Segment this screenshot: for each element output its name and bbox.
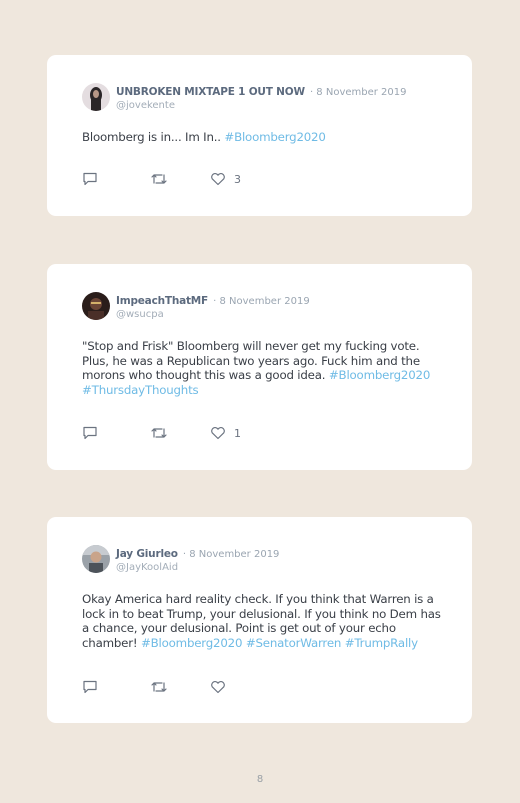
comment-icon xyxy=(83,426,97,440)
retweet-button[interactable] xyxy=(150,172,210,186)
hashtag[interactable]: #Bloomberg2020 xyxy=(224,130,325,144)
like-count: 3 xyxy=(234,172,241,186)
retweet-icon xyxy=(151,682,167,692)
heart-icon xyxy=(211,173,225,186)
tweet-actions: 3 xyxy=(82,172,241,186)
tweet-card: Jay Giurleo · 8 November 2019 @JayKoolAi… xyxy=(47,517,472,723)
reply-button[interactable] xyxy=(82,680,150,694)
retweet-button[interactable] xyxy=(150,426,210,440)
like-button[interactable]: 3 xyxy=(210,172,241,186)
tweet-text: Bloomberg is in... Im In.. #Bloomberg202… xyxy=(82,130,442,145)
tweet-card: ImpeachThatMF · 8 November 2019 @wsucpa … xyxy=(47,264,472,470)
tweet-actions xyxy=(82,680,234,694)
like-button[interactable] xyxy=(210,680,234,694)
tweet-card: UNBROKEN MIXTAPE 1 OUT NOW · 8 November … xyxy=(47,55,472,216)
user-handle[interactable]: @wsucpa xyxy=(116,308,310,321)
hashtag[interactable]: #TrumpRally xyxy=(345,636,418,650)
like-button[interactable]: 1 xyxy=(210,426,241,440)
tweet-header: ImpeachThatMF · 8 November 2019 @wsucpa xyxy=(82,292,310,321)
hashtag[interactable]: #Bloomberg2020 xyxy=(141,636,242,650)
tweet-date: · 8 November 2019 xyxy=(213,296,310,307)
hashtag[interactable]: #SenatorWarren xyxy=(246,636,342,650)
retweet-button[interactable] xyxy=(150,680,210,694)
tweet-text: "Stop and Frisk" Bloomberg will never ge… xyxy=(82,339,442,398)
avatar[interactable] xyxy=(82,292,110,320)
tweet-actions: 1 xyxy=(82,426,241,440)
heart-icon xyxy=(211,681,225,694)
reply-button[interactable] xyxy=(82,172,150,186)
like-count: 1 xyxy=(234,426,241,440)
page-number: 8 xyxy=(256,774,264,785)
comment-icon xyxy=(83,172,97,186)
heart-icon xyxy=(211,427,225,440)
user-handle[interactable]: @JayKoolAid xyxy=(116,561,279,574)
reply-button[interactable] xyxy=(82,426,150,440)
tweet-header: UNBROKEN MIXTAPE 1 OUT NOW · 8 November … xyxy=(82,83,407,112)
tweet-text: Okay America hard reality check. If you … xyxy=(82,592,442,651)
user-handle[interactable]: @jovekente xyxy=(116,99,407,112)
tweet-date: · 8 November 2019 xyxy=(182,549,280,560)
avatar[interactable] xyxy=(82,83,110,111)
display-name[interactable]: UNBROKEN MIXTAPE 1 OUT NOW xyxy=(116,86,305,98)
tweet-text-content: Bloomberg is in... Im In.. xyxy=(82,130,225,144)
hashtag[interactable]: #Bloomberg2020 xyxy=(329,368,430,382)
tweet-header: Jay Giurleo · 8 November 2019 @JayKoolAi… xyxy=(82,545,279,574)
retweet-icon xyxy=(151,428,167,438)
retweet-icon xyxy=(151,174,167,184)
hashtag[interactable]: #ThursdayThoughts xyxy=(82,383,199,397)
avatar[interactable] xyxy=(82,545,110,573)
display-name[interactable]: Jay Giurleo xyxy=(116,548,178,560)
tweet-date: · 8 November 2019 xyxy=(309,87,407,98)
display-name[interactable]: ImpeachThatMF xyxy=(116,295,208,307)
comment-icon xyxy=(83,680,97,694)
